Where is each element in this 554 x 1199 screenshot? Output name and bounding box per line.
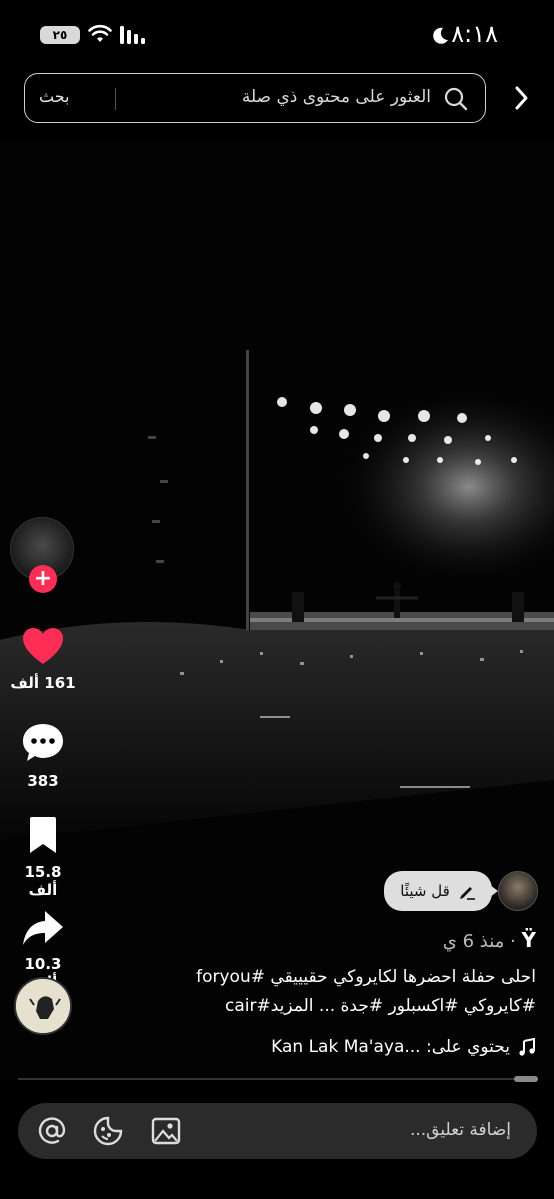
signal-icon — [120, 26, 145, 44]
status-bar: ٢٥ ٨:١٨ — [0, 0, 554, 70]
save-button[interactable]: 15.8 ألف — [8, 815, 78, 899]
save-count: 15.8 ألف — [24, 863, 62, 899]
comment-input[interactable]: إضافة تعليق... — [18, 1103, 537, 1159]
comment-button[interactable]: 383 — [8, 722, 78, 790]
comment-placeholder: إضافة تعليق... — [409, 1120, 511, 1140]
music-disc[interactable] — [14, 977, 72, 1035]
pencil-icon — [459, 887, 475, 900]
commenter-avatar[interactable] — [498, 871, 538, 911]
image-icon[interactable] — [150, 1115, 182, 1147]
video-progress-knob[interactable] — [514, 1076, 538, 1082]
say-something-label: قل شيئًا — [400, 882, 450, 900]
share-arrow-icon — [23, 911, 63, 945]
search-divider — [115, 88, 116, 110]
caption-line-1: احلى حفلة احضرها لكايروكي حقيييقي #foryo… — [196, 967, 536, 987]
comment-bubble-icon — [23, 724, 63, 761]
mention-icon[interactable] — [36, 1115, 68, 1147]
search-button[interactable]: بحث — [39, 87, 70, 106]
music-note-icon — [519, 1038, 535, 1056]
video-progress-track[interactable] — [18, 1078, 538, 1080]
like-button[interactable]: 161 ألف — [8, 626, 78, 692]
post-caption[interactable]: احلى حفلة احضرها لكايروكي حقيييقي #foryo… — [136, 963, 536, 1021]
search-icon — [444, 87, 468, 111]
like-count: 161 ألف — [10, 674, 76, 692]
say-something-button[interactable]: قل شيئًا — [384, 871, 498, 911]
bookmark-icon — [30, 817, 56, 853]
wifi-icon — [88, 24, 112, 42]
battery-indicator: ٢٥ — [40, 26, 80, 44]
username[interactable]: Ÿ — [522, 928, 536, 952]
search-input[interactable]: بحث العثور على محتوى ذي صلة — [24, 73, 486, 123]
sound-link[interactable]: يحتوي على: ...Kan Lak Ma'aya — [271, 1037, 536, 1057]
caption-line-2: #كايروكي #اكسبلور #جدة ... المزيد#cair — [225, 996, 536, 1016]
emoji-sticker-icon[interactable] — [92, 1115, 124, 1147]
meta-separator: · — [510, 931, 516, 952]
comment-count: 383 — [27, 772, 59, 790]
moon-icon — [433, 27, 448, 44]
back-chevron-icon[interactable] — [512, 84, 532, 112]
time-ago: منذ 6 ي — [442, 931, 505, 952]
clock: ٨:١٨ — [451, 20, 498, 48]
search-placeholder: العثور على محتوى ذي صلة — [241, 87, 431, 107]
post-meta: Ÿ · منذ 6 ي — [443, 928, 536, 952]
heart-icon — [23, 628, 63, 664]
follow-plus-icon[interactable]: + — [29, 565, 57, 593]
sound-label: يحتوي على: ...Kan Lak Ma'aya — [271, 1037, 510, 1057]
